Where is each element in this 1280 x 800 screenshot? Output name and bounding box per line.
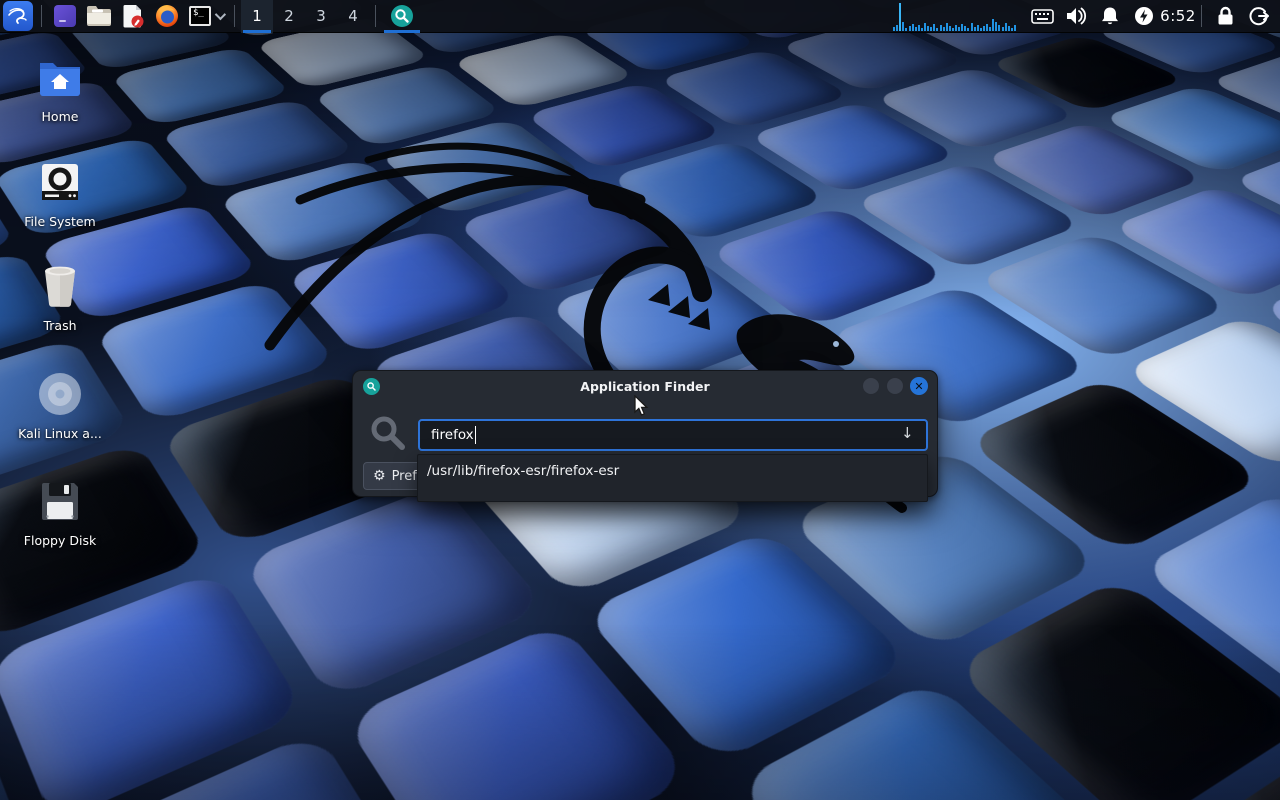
clock[interactable]: 6:52	[1161, 0, 1195, 33]
desktop-icon-label: Home	[10, 109, 110, 124]
launcher-desktop-app[interactable]	[48, 0, 82, 33]
workspace-label: 1	[252, 7, 262, 25]
desktop: Home File System Trash	[0, 0, 1280, 800]
desktop-icon-trash[interactable]: Trash	[10, 262, 110, 333]
workspace-label: 4	[348, 7, 358, 25]
close-button[interactable]: ✕	[910, 377, 928, 395]
panel-separator	[234, 5, 235, 27]
clock-text: 6:52	[1160, 7, 1196, 25]
keyboard-icon	[1031, 9, 1054, 24]
volume-icon	[1065, 7, 1087, 25]
system-tray: 6:52	[891, 0, 1280, 33]
desktop-icon-file-system[interactable]: File System	[10, 158, 110, 229]
mouse-cursor	[634, 395, 650, 417]
log-out-button[interactable]	[1242, 0, 1276, 33]
applications-menu-button[interactable]	[0, 0, 35, 33]
text-editor-icon	[121, 4, 145, 28]
power-manager[interactable]	[1127, 0, 1161, 33]
floppy-disk-icon	[10, 477, 110, 525]
desktop-icon-label: File System	[10, 214, 110, 229]
desktop-app-icon	[53, 4, 77, 28]
search-icon	[390, 4, 414, 28]
taskbar-application-finder-button[interactable]	[382, 0, 422, 33]
firefox-icon	[155, 4, 179, 28]
search-input[interactable]	[418, 419, 928, 451]
notifications[interactable]	[1093, 0, 1127, 33]
maximize-button[interactable]	[886, 377, 904, 395]
lock-icon	[1217, 6, 1234, 26]
desktop-icon-label: Floppy Disk	[10, 533, 110, 548]
top-panel: $_ 1 2 3 4	[0, 0, 1280, 33]
file-manager-icon	[86, 5, 112, 27]
window-icon-search	[363, 378, 380, 395]
kali-menu-icon	[3, 1, 33, 31]
dropdown-arrow-icon[interactable]: ↓	[901, 424, 914, 442]
kali-docs-icon	[10, 370, 110, 418]
workspace-2-button[interactable]: 2	[273, 0, 305, 33]
launcher-terminal[interactable]: $_	[184, 0, 228, 33]
desktop-icon-label: Kali Linux a...	[10, 426, 110, 441]
completion-item[interactable]: /usr/lib/firefox-esr/firefox-esr	[418, 455, 927, 479]
panel-separator	[1201, 5, 1202, 27]
workspace-label: 3	[316, 7, 326, 25]
window-title: Application Finder	[353, 379, 937, 394]
chevron-down-icon	[215, 9, 226, 20]
keyboard-indicator[interactable]	[1025, 0, 1059, 33]
launcher-file-manager[interactable]	[82, 0, 116, 33]
cpu-graph-widget[interactable]	[891, 0, 1019, 33]
trash-can-icon	[10, 262, 110, 310]
search-glyph-icon	[369, 414, 407, 452]
workspace-label: 2	[284, 7, 294, 25]
minimize-button[interactable]	[862, 377, 880, 395]
volume-control[interactable]	[1059, 0, 1093, 33]
lock-screen-button[interactable]	[1208, 0, 1242, 33]
desktop-icon-kali-linux-doc[interactable]: Kali Linux a...	[10, 370, 110, 441]
log-out-icon	[1249, 6, 1269, 26]
launcher-text-editor[interactable]	[116, 0, 150, 33]
bell-icon	[1101, 6, 1119, 26]
power-manager-icon	[1134, 6, 1154, 26]
text-caret	[475, 426, 476, 444]
completion-dropdown: /usr/lib/firefox-esr/firefox-esr	[417, 454, 928, 502]
home-folder-icon	[10, 53, 110, 101]
desktop-icon-label: Trash	[10, 318, 110, 333]
hard-disk-icon	[10, 158, 110, 206]
terminal-icon: $_	[189, 6, 211, 26]
desktop-icon-floppy-disk[interactable]: Floppy Disk	[10, 477, 110, 548]
workspace-4-button[interactable]: 4	[337, 0, 369, 33]
launcher-firefox[interactable]	[150, 0, 184, 33]
panel-separator	[375, 5, 376, 27]
workspace-1-button[interactable]: 1	[241, 0, 273, 33]
workspace-3-button[interactable]: 3	[305, 0, 337, 33]
dragon-eye	[833, 341, 839, 347]
panel-separator	[41, 5, 42, 27]
gear-icon: ⚙	[373, 469, 386, 483]
desktop-icon-home[interactable]: Home	[10, 53, 110, 124]
